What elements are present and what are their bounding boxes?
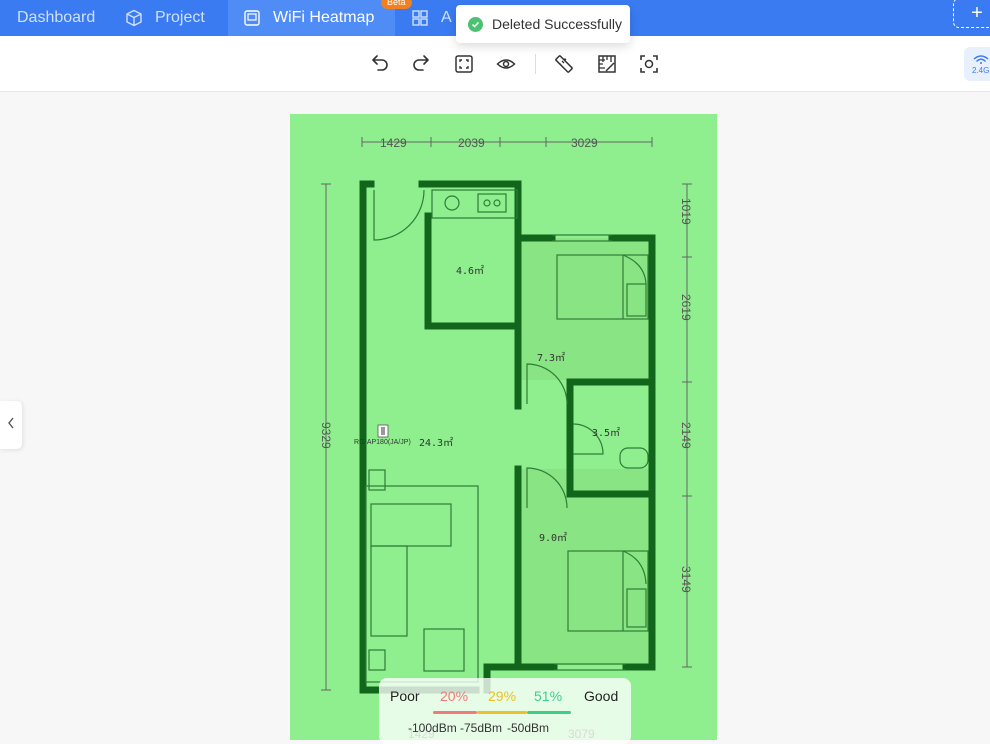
dim-top-3: 3029	[571, 136, 598, 150]
legend-dbm-high: -50dBm	[507, 721, 550, 735]
room-area-bedroom1: 7.3㎡	[537, 352, 565, 364]
undo-icon[interactable]	[369, 53, 391, 75]
nav-project-label: Project	[155, 9, 205, 26]
nav-more-label: A	[441, 9, 452, 26]
room-area-bathroom: 3.5㎡	[592, 427, 620, 439]
room-area-kitchen: 4.6㎡	[456, 265, 484, 277]
legend-pct-good: 51%	[534, 688, 563, 704]
legend-bar-fair	[477, 711, 527, 714]
toast-message: Deleted Successfully	[492, 16, 622, 32]
add-button[interactable]: +	[953, 0, 990, 28]
nav-wifi-heatmap[interactable]: WiFi Heatmap	[228, 0, 395, 36]
access-point-marker	[377, 424, 389, 438]
legend-good-label: Good	[584, 688, 619, 704]
side-panel-toggle[interactable]	[0, 401, 22, 449]
nav-dashboard-label: Dashboard	[17, 9, 96, 26]
nav-wifi-heatmap-label: WiFi Heatmap	[273, 9, 375, 26]
toolbar: 2.4G	[0, 36, 990, 92]
access-point-label: RG-AP180(JA/JP)	[354, 439, 411, 446]
ruler-icon[interactable]	[553, 53, 575, 75]
band-switch-button[interactable]: 2.4G	[964, 47, 990, 81]
signal-legend: Poor 20% 29% 51% Good -100dBm -75dBm -50…	[379, 678, 631, 744]
legend-dbm-low: -100dBm	[408, 721, 457, 735]
wifi-icon	[972, 54, 990, 66]
eye-icon[interactable]	[495, 53, 517, 75]
legend-bar-poor	[433, 711, 477, 714]
dim-right-4: 3149	[679, 566, 693, 593]
redo-icon[interactable]	[410, 53, 432, 75]
heatmap-icon	[243, 9, 261, 27]
nav-project[interactable]: Project	[125, 0, 205, 36]
legend-dbm-mid: -75dBm	[460, 721, 503, 735]
add-button-label: +	[971, 1, 983, 24]
toast-notification: Deleted Successfully	[456, 5, 630, 43]
grid-icon	[411, 9, 429, 27]
beta-badge: Beta	[381, 0, 412, 9]
room-area-living: 24.3㎡	[419, 437, 453, 449]
band-label: 2.4G	[972, 65, 990, 75]
legend-poor-label: Poor	[390, 688, 420, 704]
floor-plan-canvas[interactable]: 1429 2039 3029 1019 2619 2149 3149 9329 …	[290, 114, 717, 741]
check-circle-icon	[468, 16, 483, 32]
fullscreen-icon[interactable]	[453, 53, 475, 75]
dim-right-2: 2619	[679, 294, 693, 321]
room-area-bedroom2: 9.0㎡	[539, 532, 567, 544]
toolbar-divider	[535, 54, 536, 74]
nav-dashboard[interactable]: Dashboard	[17, 0, 95, 36]
scale-icon[interactable]	[596, 53, 618, 75]
dim-right-1: 1019	[679, 198, 693, 225]
legend-pct-poor: 20%	[440, 688, 469, 704]
dim-left: 9329	[319, 422, 333, 449]
legend-pct-fair: 29%	[488, 688, 517, 704]
nav-more[interactable]: A	[411, 0, 452, 36]
dim-top-1: 1429	[380, 136, 407, 150]
dim-top-2: 2039	[458, 136, 485, 150]
cube-icon	[125, 9, 143, 27]
legend-bar-good	[527, 711, 571, 714]
chevron-left-icon	[6, 416, 16, 435]
dim-right-3: 2149	[679, 422, 693, 449]
fit-view-icon[interactable]	[638, 53, 660, 75]
